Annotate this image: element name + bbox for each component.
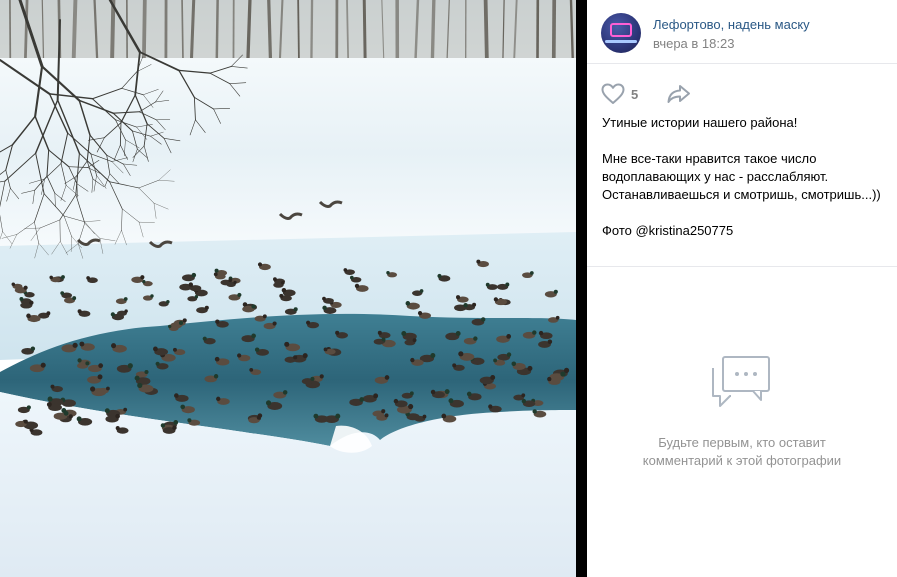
caption-line: Утиные истории нашего района! — [602, 115, 798, 130]
caption-line: Фото @kristina250775 — [602, 223, 734, 238]
comments-divider — [587, 266, 897, 267]
comments-empty-icon — [712, 356, 770, 407]
tree-trunk — [430, 0, 436, 67]
tree-trunk — [110, 0, 116, 62]
caption-line: Мне все-таки нравится такое число водопл… — [602, 151, 881, 202]
post-caption: Утиные истории нашего района! Мне все-та… — [602, 114, 887, 240]
post-header: Лефортово, надень маску вчера в 18:23 — [587, 0, 897, 64]
post-photo[interactable] — [0, 0, 576, 577]
comments-empty-line: комментарий к этой фотографии — [642, 453, 842, 468]
post-author-link[interactable]: Лефортово, надень маску — [653, 17, 810, 32]
like-button[interactable]: 5 — [601, 83, 638, 105]
share-button[interactable] — [666, 83, 692, 105]
tree-trunk — [142, 0, 147, 59]
community-logo-text-mark — [605, 40, 637, 43]
tree-trunk — [246, 0, 252, 66]
comments-empty-line: Будьте первым, кто оставит — [658, 435, 826, 450]
post-actions: 5 — [587, 64, 897, 114]
post-side-panel: Лефортово, надень маску вчера в 18:23 5 … — [587, 0, 897, 577]
tree-trunk — [181, 0, 184, 61]
post-time-link[interactable]: вчера в 18:23 — [653, 36, 734, 51]
share-arrow-icon — [667, 85, 690, 103]
photo-scene — [0, 0, 576, 577]
community-avatar[interactable] — [601, 13, 641, 53]
heart-icon — [601, 83, 625, 104]
like-count: 5 — [631, 86, 639, 102]
community-logo-icon — [610, 23, 632, 37]
photo-panel-divider — [576, 0, 587, 577]
comments-empty-text: Будьте первым, кто оставит комментарий к… — [617, 434, 867, 470]
